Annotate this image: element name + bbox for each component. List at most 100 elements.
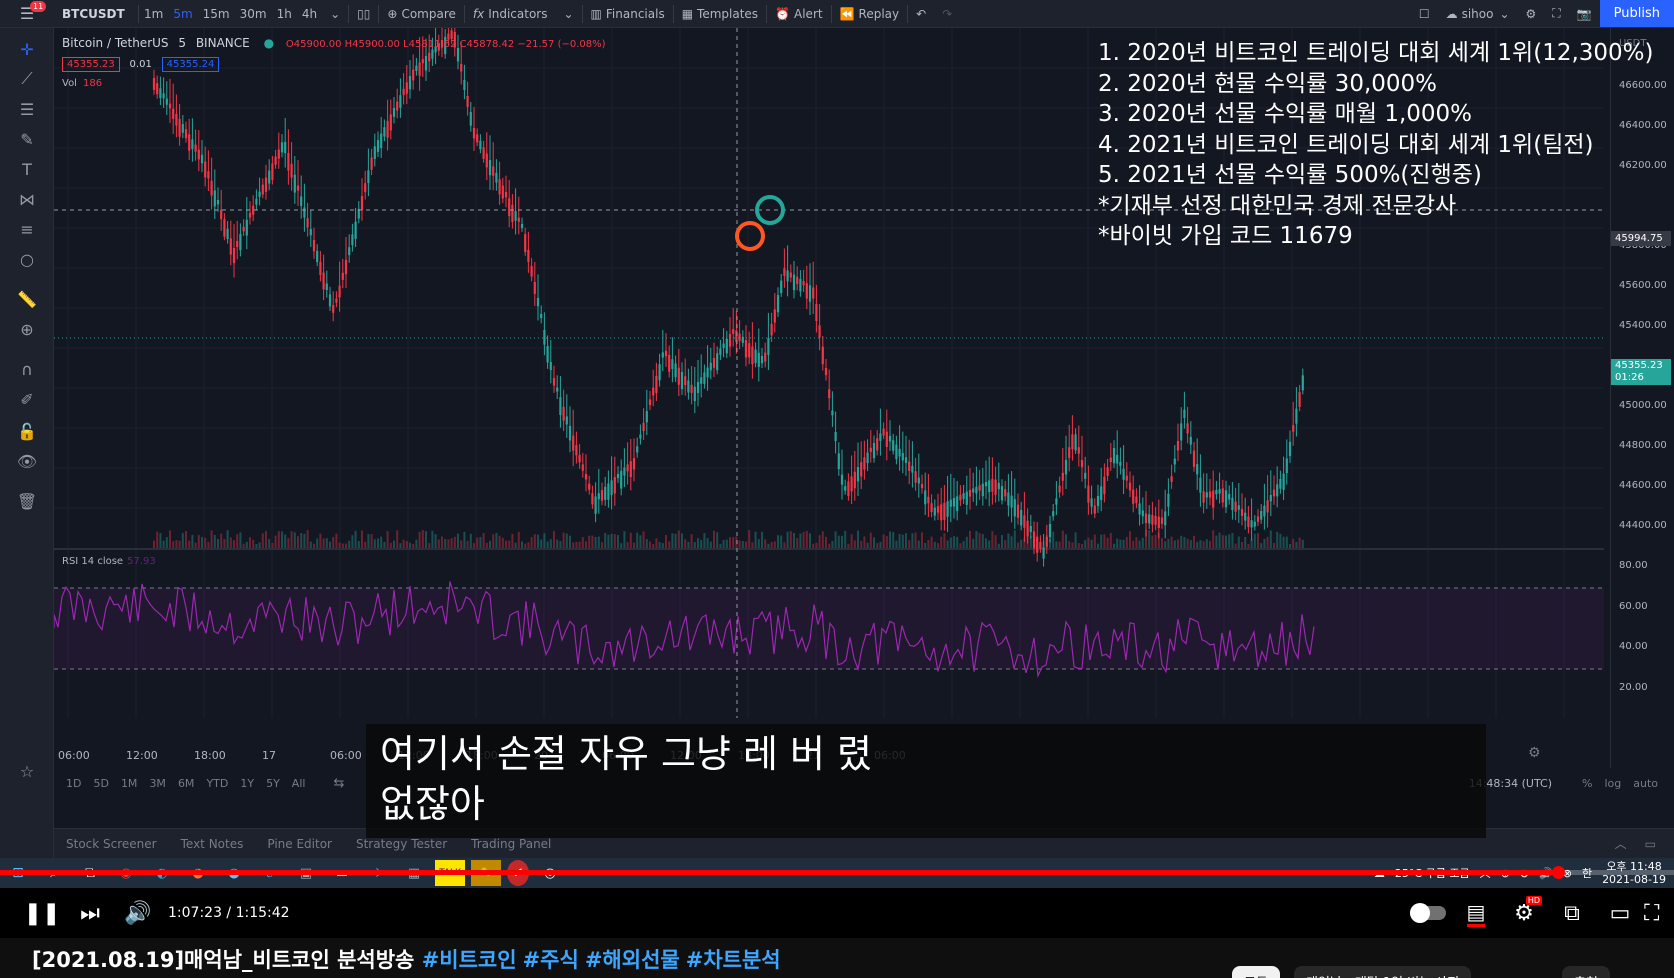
lock-drawing-icon[interactable]: ✐ (0, 386, 54, 412)
interval-5m[interactable]: 5m (168, 0, 197, 27)
hashtag-link[interactable]: #차트분석 (686, 948, 781, 972)
theater-button[interactable]: ▭ (1596, 888, 1644, 938)
ask-price[interactable]: 45355.24 (161, 57, 220, 72)
interval-1h[interactable]: 1h (272, 0, 297, 27)
toggle-icon (1410, 903, 1446, 923)
auto-toggle[interactable]: auto (1627, 777, 1664, 790)
magnet-icon[interactable]: ∩ (0, 356, 54, 382)
replay-button[interactable]: ⏪ Replay (832, 0, 908, 27)
volume-bar (498, 535, 501, 548)
candle-body (632, 458, 636, 470)
crosshair-icon[interactable]: ✛ (0, 36, 54, 62)
eye-icon[interactable]: 👁 (0, 448, 54, 474)
star-icon[interactable]: ☆ (0, 758, 54, 784)
pattern-icon[interactable]: ⋈ (0, 186, 54, 212)
snapshot-button[interactable]: 📷 (1569, 0, 1600, 27)
goto-date-icon[interactable]: ⇆ (333, 776, 344, 791)
progress-bar[interactable] (0, 866, 1674, 879)
chart-type-button[interactable]: ▯▯ (349, 0, 378, 27)
undo-button[interactable]: ↶ (908, 0, 934, 27)
candle-body (316, 250, 319, 263)
range-5y[interactable]: 5Y (260, 777, 286, 790)
symbol-search[interactable]: BTCUSDT (54, 0, 138, 27)
redo-button[interactable]: ↷ (934, 0, 960, 27)
layout-button[interactable]: ☐ (1411, 0, 1438, 27)
range-6m[interactable]: 6M (172, 777, 201, 790)
volume-bar (1209, 540, 1211, 548)
video-title[interactable]: [2021.08.19]매억남_비트코인 분석방송 #비트코인 #주식 #해외선물 #… (32, 944, 787, 974)
text-icon[interactable]: T (0, 156, 54, 182)
volume-bar (1065, 534, 1067, 548)
range-ytd[interactable]: YTD (200, 777, 234, 790)
templates-button[interactable]: ▦ Templates (674, 0, 766, 27)
fullscreen-button[interactable]: ⛶ (1644, 888, 1674, 938)
menu-button[interactable]: ☰ 11 (0, 0, 54, 27)
miniplayer-button[interactable]: ⧉ (1548, 888, 1596, 938)
range-1y[interactable]: 1Y (234, 777, 260, 790)
settings-icon[interactable]: ⚙ (1528, 745, 1541, 761)
log-toggle[interactable]: log (1598, 777, 1627, 790)
tab-stock-screener[interactable]: Stock Screener (54, 837, 169, 851)
range-5d[interactable]: 5D (87, 777, 114, 790)
volume-bar (402, 539, 405, 548)
publish-button[interactable]: Publish (1599, 0, 1674, 27)
mute-button[interactable]: 🔊 (114, 888, 162, 938)
maximize-icon[interactable]: ▭ (1645, 837, 1656, 851)
fullscreen-button[interactable]: ⛶ (1544, 0, 1568, 27)
interval-30m[interactable]: 30m (235, 0, 272, 27)
tab-strategy-tester[interactable]: Strategy Tester (344, 837, 459, 851)
candle-body (949, 499, 952, 507)
current-price: 45355.23 (1615, 360, 1663, 371)
volume-bar (431, 530, 434, 548)
user-menu[interactable]: ☁ sihoo ⌄ (1438, 0, 1518, 27)
brush-icon[interactable]: ✎ (0, 126, 54, 152)
volume-bar (226, 530, 229, 548)
percent-toggle[interactable]: % (1576, 777, 1598, 790)
volume-bar (290, 531, 293, 548)
next-button[interactable]: ⏭ (66, 888, 114, 938)
prediction-icon[interactable]: ≡ (0, 216, 54, 242)
lock-icon[interactable]: 🔓 (0, 418, 54, 444)
interval-1m[interactable]: 1m (139, 0, 168, 27)
chevron-up-icon[interactable]: ︿ (1615, 835, 1627, 852)
hashtag-link[interactable]: #주식 (523, 948, 579, 972)
settings-button[interactable]: ⚙ (1518, 0, 1545, 27)
ruler-icon[interactable]: 📏 (0, 286, 54, 312)
trash-icon[interactable]: 🗑 (0, 488, 54, 514)
autoplay-toggle[interactable] (1404, 888, 1452, 938)
volume-bar (927, 540, 930, 548)
hashtag-link[interactable]: #비트코인 (422, 948, 517, 972)
hashtag-link[interactable]: #해외선물 (585, 948, 680, 972)
tab-trading-panel[interactable]: Trading Panel (459, 837, 563, 851)
range-all[interactable]: All (286, 777, 312, 790)
interval-15m[interactable]: 15m (198, 0, 235, 27)
range-3m[interactable]: 3M (143, 777, 172, 790)
alert-button[interactable]: ⏰ Alert (767, 0, 831, 27)
candle-body (498, 179, 501, 195)
video-player[interactable]: ☰ 11 BTCUSDT 1m 5m 15m 30m 1h 4h ⌄ ▯▯ ⊕ Compar… (0, 0, 1674, 888)
chip-all[interactable]: 모두 (1232, 966, 1280, 978)
financials-button[interactable]: ▥ Financials (583, 0, 673, 27)
tab-text-notes[interactable]: Text Notes (169, 837, 256, 851)
candle-body (808, 285, 812, 302)
circle-icon[interactable]: ○ (0, 246, 54, 272)
trend-line-icon[interactable]: ⟋ (0, 66, 54, 92)
horizontal-lines-icon[interactable]: ☰ (0, 96, 54, 122)
tab-pine-editor[interactable]: Pine Editor (255, 837, 344, 851)
chip-channel[interactable]: 매억남 - 매달 1억 버는 사진 (1294, 966, 1472, 978)
indicators-dropdown-button[interactable]: ⌄ (555, 0, 581, 27)
bid-price[interactable]: 45355.23 (62, 57, 120, 72)
interval-dropdown-button[interactable]: ⌄ (322, 0, 348, 27)
pause-button[interactable]: ❚❚ (18, 888, 66, 938)
scrubber-handle[interactable] (1551, 866, 1565, 879)
compare-button[interactable]: ⊕ Compare (379, 0, 464, 27)
indicators-button[interactable]: fx Indicators (465, 0, 556, 27)
interval-4h[interactable]: 4h (297, 0, 322, 27)
settings-button[interactable]: ⚙ HD (1500, 888, 1548, 938)
chip-recommended[interactable]: 추천 (1562, 966, 1610, 978)
range-1m[interactable]: 1M (115, 777, 144, 790)
subtitles-button[interactable]: ▤ (1452, 888, 1500, 938)
candle-body (264, 177, 268, 192)
zoom-icon[interactable]: ⊕ (0, 316, 54, 342)
range-1d[interactable]: 1D (60, 777, 87, 790)
